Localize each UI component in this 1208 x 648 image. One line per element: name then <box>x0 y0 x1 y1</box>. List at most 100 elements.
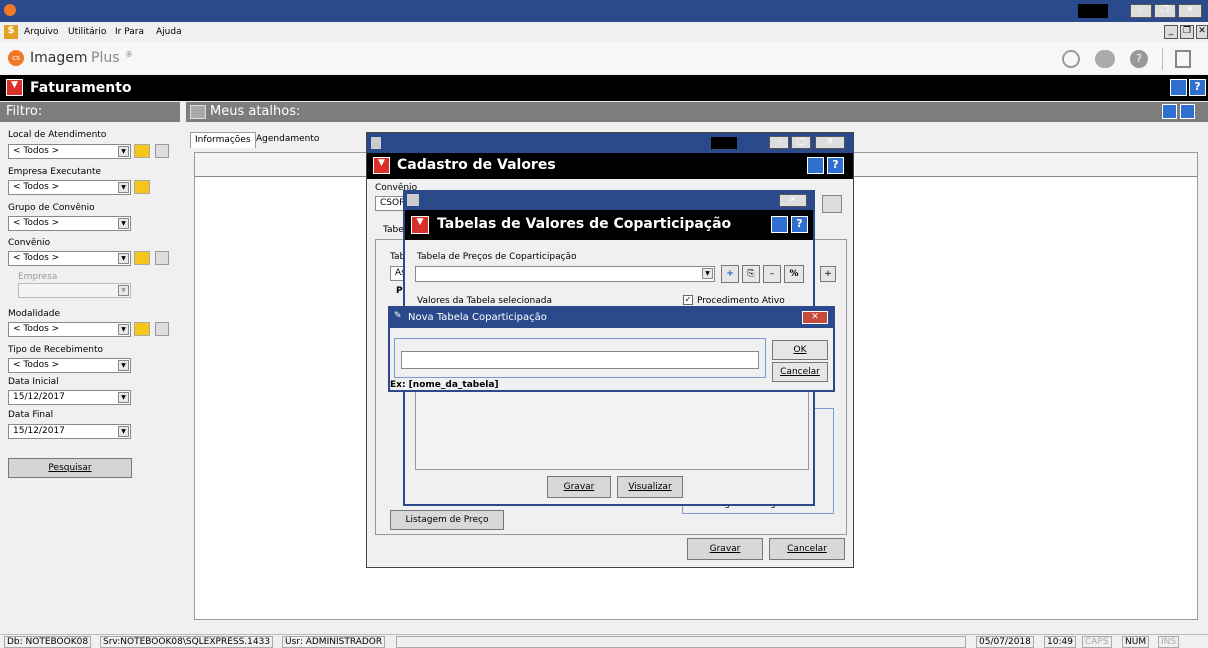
convenio-value: < Todos > <box>13 253 60 263</box>
tab-label: Agendamento <box>256 134 320 144</box>
shortcuts-minimize-icon[interactable] <box>1180 104 1195 119</box>
favorite-icon[interactable] <box>134 144 150 158</box>
empresa-value: < Todos > <box>13 182 60 192</box>
percent-button[interactable]: % <box>784 265 804 283</box>
remove-button[interactable]: – <box>763 265 781 283</box>
tabelas-preco-combo[interactable]: ▼ <box>415 266 715 282</box>
menu-item-utilitario[interactable]: Utilitário <box>68 27 106 37</box>
chevron-down-icon[interactable]: ▼ <box>702 268 713 279</box>
close-button[interactable]: ✕ <box>779 194 807 207</box>
list-icon[interactable] <box>155 322 169 336</box>
filter-panel: Local de Atendimento < Todos > ▼ Empresa … <box>0 122 180 628</box>
data-final-field[interactable]: 15/12/2017 ▼ <box>8 424 131 439</box>
list-icon[interactable] <box>155 251 169 265</box>
ok-button[interactable]: OK <box>772 340 828 360</box>
mdi-restore-button[interactable]: ❐ <box>1180 25 1194 39</box>
tabelas-icon: ▼ <box>411 216 429 234</box>
nova-name-input[interactable] <box>401 351 759 369</box>
module-header: ▼ Faturamento ? <box>0 75 1208 101</box>
tabelas-header: ▼ Tabelas de Valores de Coparticipação ? <box>405 210 813 240</box>
tab-label: Informações <box>195 135 251 145</box>
chevron-down-icon[interactable]: ▼ <box>118 146 129 157</box>
data-inicial-field[interactable]: 15/12/2017 ▼ <box>8 390 131 405</box>
mdi-close-button[interactable]: ✕ <box>1196 25 1208 39</box>
close-button[interactable]: ✕ <box>815 136 845 149</box>
listagem-button[interactable]: Listagem de Preço <box>390 510 504 530</box>
tabelas-visualizar-button[interactable]: Visualizar <box>617 476 683 498</box>
favorite-icon[interactable] <box>134 322 150 336</box>
chevron-down-icon[interactable]: ▼ <box>118 426 129 437</box>
logo-bar: cs Imagem Plus ® ? <box>0 42 1208 74</box>
maximize-button[interactable]: □ <box>791 136 811 149</box>
convenio-combo[interactable]: < Todos > ▼ <box>8 251 131 266</box>
resize-icon[interactable] <box>711 137 737 149</box>
proc-ativo-checkbox[interactable]: ✓ <box>683 295 693 305</box>
close-button[interactable]: ✕ <box>802 311 828 324</box>
maximize-button[interactable]: ❐ <box>1154 4 1176 18</box>
listagem-label: Listagem de Preço <box>405 515 489 525</box>
chevron-down-icon[interactable]: ▼ <box>118 218 129 229</box>
mdi-minimize-button[interactable]: _ <box>1164 25 1178 39</box>
nova-dialog: ✎ Nova Tabela Coparticipação ✕ Ex: [nome… <box>388 306 835 392</box>
grupo-combo[interactable]: < Todos > ▼ <box>8 216 131 231</box>
tipo-label: Tipo de Recebimento <box>8 345 104 355</box>
list-icon[interactable] <box>155 144 169 158</box>
copy-icon[interactable]: ⎘ <box>742 265 760 283</box>
help-icon[interactable]: ? <box>791 216 808 233</box>
modalidade-combo[interactable]: < Todos > ▼ <box>8 322 131 337</box>
help-icon[interactable]: ? <box>827 157 844 174</box>
logo-text: Imagem <box>30 50 88 66</box>
nova-titlebar: ✎ Nova Tabela Coparticipação ✕ <box>390 308 833 328</box>
menu-item-irpara[interactable]: Ir Para <box>115 27 144 37</box>
exit-icon[interactable] <box>1175 50 1191 68</box>
local-label: Local de Atendimento <box>8 130 107 140</box>
chevron-down-icon[interactable]: ▼ <box>118 253 129 264</box>
cadastro-gravar-button[interactable]: Gravar <box>687 538 763 560</box>
chevron-down-icon[interactable]: ▼ <box>118 360 129 371</box>
cadastro-convenio-value: CSOR <box>380 198 406 208</box>
info-icon[interactable] <box>1170 79 1187 96</box>
menu-item-ajuda[interactable]: Ajuda <box>156 27 182 37</box>
chevron-down-icon[interactable]: ▼ <box>118 392 129 403</box>
local-combo[interactable]: < Todos > ▼ <box>8 144 131 159</box>
tab-informacoes[interactable]: Informações <box>190 132 256 148</box>
info-icon[interactable] <box>771 216 788 233</box>
module-title: Faturamento <box>30 80 132 96</box>
tab-agendamento[interactable]: Agendamento <box>252 132 323 148</box>
shortcuts-title: Meus atalhos: <box>210 104 301 119</box>
empresa-label: Empresa Executante <box>8 167 102 177</box>
cadastro-cancelar-button[interactable]: Cancelar <box>769 538 845 560</box>
empresa-combo[interactable]: < Todos > ▼ <box>8 180 131 195</box>
shortcuts-bar: Meus atalhos: <box>186 102 1208 122</box>
search-button-label: Pesquisar <box>48 463 92 473</box>
tabelas-titlebar: ✕ <box>405 192 813 210</box>
favorite-icon[interactable] <box>134 180 150 194</box>
tipo-combo[interactable]: < Todos > ▼ <box>8 358 131 373</box>
add-button[interactable]: + <box>820 266 836 282</box>
resize-icon[interactable] <box>1078 4 1108 18</box>
chevron-down-icon[interactable]: ▼ <box>118 324 129 335</box>
support-icon[interactable] <box>1095 50 1115 68</box>
minimize-button[interactable]: – <box>1130 4 1152 18</box>
help-icon[interactable]: ? <box>1130 50 1148 68</box>
status-ins: INS <box>1158 636 1180 648</box>
nova-cancel-button[interactable]: Cancelar <box>772 362 828 382</box>
menu-logo-icon: $ <box>4 25 18 39</box>
search-button[interactable]: Pesquisar <box>8 458 132 478</box>
shortcuts-restore-icon[interactable] <box>1162 104 1177 119</box>
shortcuts-icon <box>190 105 206 119</box>
globe-icon[interactable] <box>1062 50 1080 68</box>
tabelas-title: Tabelas de Valores de Coparticipação <box>437 216 732 232</box>
info-icon[interactable] <box>807 157 824 174</box>
calendar-icon[interactable] <box>822 195 842 213</box>
menu-item-arquivo[interactable]: Arquivo <box>24 27 58 37</box>
status-srv: Srv:NOTEBOOK08\SQLEXPRESS.1433 <box>100 636 274 648</box>
add-button[interactable]: + <box>721 265 739 283</box>
tabelas-gravar-button[interactable]: Gravar <box>547 476 611 498</box>
module-help-icon[interactable]: ? <box>1189 79 1206 96</box>
favorite-icon[interactable] <box>134 251 150 265</box>
nova-hint: Ex: [nome_da_tabela] <box>390 380 499 390</box>
chevron-down-icon[interactable]: ▼ <box>118 182 129 193</box>
close-button[interactable]: ✕ <box>1178 4 1202 18</box>
minimize-button[interactable]: – <box>769 136 789 149</box>
